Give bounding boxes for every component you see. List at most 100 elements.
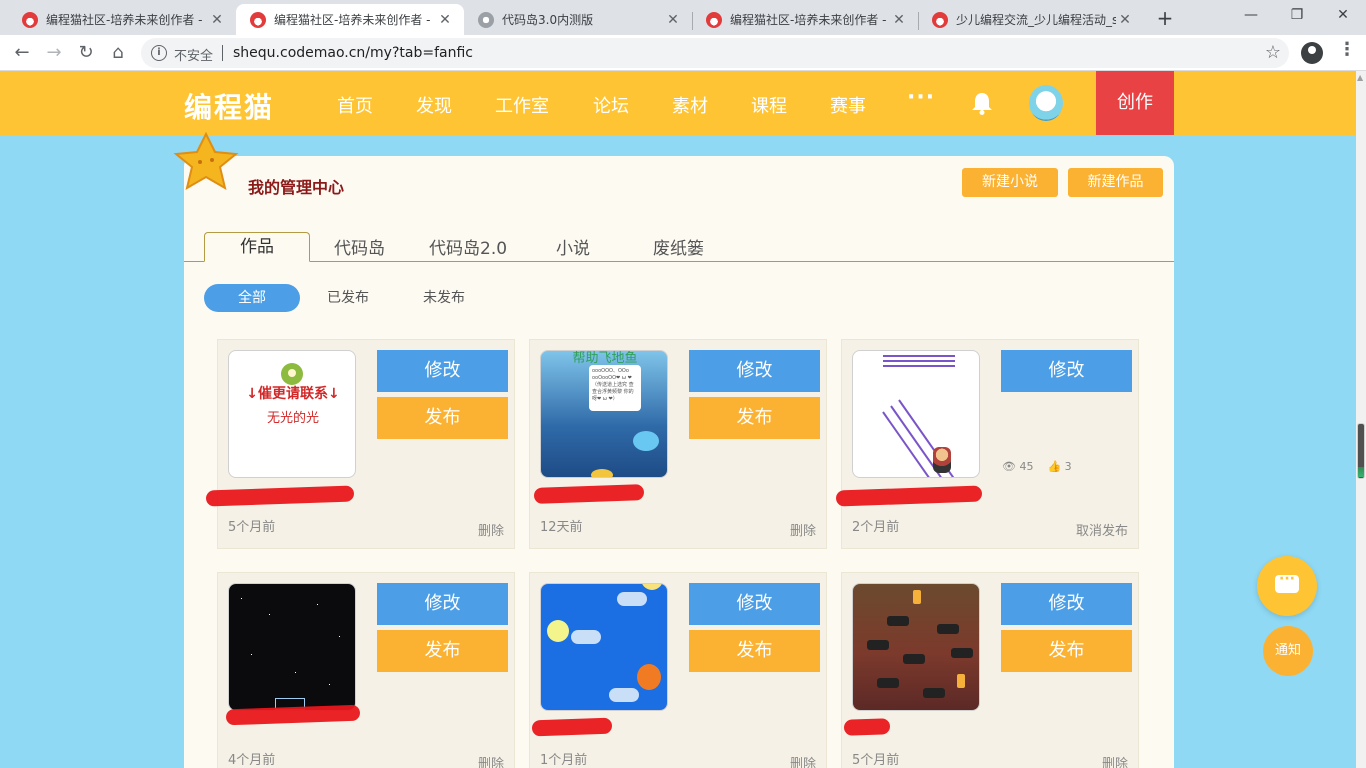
star-dot (295, 672, 296, 673)
tab-title: 编程猫社区-培养未来创作者 - (274, 13, 431, 27)
like-count: 3 (1064, 460, 1072, 473)
redaction-mark (205, 485, 355, 507)
create-button[interactable]: 创作 (1096, 71, 1174, 135)
browser-tab-3[interactable]: 代码岛3.0内测版 ✕ (464, 4, 692, 35)
work-thumbnail[interactable] (852, 350, 980, 478)
work-stats: 👁 45 👍 3 (1002, 460, 1072, 473)
close-tab-icon[interactable]: ✕ (1116, 12, 1134, 28)
bell-icon[interactable] (971, 91, 993, 115)
work-card: 修改 发布 5个月前 删除 (841, 572, 1139, 768)
work-time: 5个月前 (852, 753, 900, 768)
user-avatar[interactable] (1029, 85, 1063, 121)
work-thumbnail[interactable] (228, 583, 356, 711)
tab-trash[interactable]: 废纸篓 (653, 234, 704, 259)
work-time: 4个月前 (228, 753, 276, 768)
delete-link[interactable]: 删除 (478, 753, 504, 768)
close-tab-icon[interactable]: ✕ (208, 12, 226, 28)
browser-tab-5[interactable]: 少儿编程交流_少儿编程活动_s ✕ (918, 4, 1144, 35)
reload-icon[interactable]: ↻ (72, 39, 100, 67)
lamp-sprite (957, 674, 965, 688)
nav-home[interactable]: 首页 (337, 92, 373, 118)
work-thumbnail[interactable] (540, 583, 668, 711)
new-work-button[interactable]: 新建作品 (1068, 168, 1163, 197)
edit-button[interactable]: 修改 (1001, 350, 1132, 392)
hat-sprite (877, 678, 899, 688)
work-thumbnail[interactable] (852, 583, 980, 711)
new-tab-button[interactable]: + (1153, 6, 1177, 30)
publish-button[interactable]: 发布 (1001, 630, 1132, 672)
edit-button[interactable]: 修改 (377, 583, 508, 625)
codemao-cat-icon (22, 11, 38, 28)
filter-all[interactable]: 全部 (204, 284, 300, 312)
nav-assets[interactable]: 素材 (672, 92, 708, 118)
notice-button[interactable]: 通知 (1263, 626, 1313, 676)
edit-button[interactable]: 修改 (689, 350, 820, 392)
page-scrollbar[interactable]: ▲ (1356, 71, 1366, 768)
view-count: 45 (1019, 460, 1034, 473)
home-icon[interactable]: ⌂ (104, 39, 132, 67)
sun-sprite (641, 584, 663, 590)
scroll-up-icon[interactable]: ▲ (1357, 73, 1363, 82)
location-pin-icon (281, 363, 303, 385)
edit-button[interactable]: 修改 (1001, 583, 1132, 625)
edit-button[interactable]: 修改 (377, 350, 508, 392)
back-arrow-icon[interactable]: ← (8, 39, 36, 67)
close-tab-icon[interactable]: ✕ (890, 12, 908, 28)
publish-button[interactable]: 发布 (377, 630, 508, 672)
tab-code-island[interactable]: 代码岛 (334, 234, 385, 259)
work-thumbnail[interactable]: ↓催更请联系↓ 无光的光 (228, 350, 356, 478)
redaction-mark (843, 718, 891, 736)
thumbnail-note: oooOOO、OOo ooOooOO❤ ω ❤（传送道上选究 查查合浮黄频黎 你… (589, 365, 641, 411)
tab-novels[interactable]: 小说 (556, 234, 590, 259)
close-window-button[interactable]: ✕ (1320, 0, 1366, 30)
chat-bubble-icon[interactable] (1257, 556, 1317, 616)
site-logo[interactable]: 编程猫 (184, 86, 274, 126)
forward-arrow-icon[interactable]: → (40, 39, 68, 67)
site-header: 编程猫 首页 发现 工作室 论坛 素材 课程 赛事 ··· 创作 (0, 71, 1356, 135)
publish-button[interactable]: 发布 (689, 397, 820, 439)
publish-button[interactable]: 发布 (689, 630, 820, 672)
browser-menu-icon[interactable]: ⋮ (1338, 39, 1356, 60)
nav-courses[interactable]: 课程 (751, 92, 787, 118)
codemao-cat-icon (932, 11, 948, 28)
delete-link[interactable]: 删除 (790, 520, 816, 539)
publish-button[interactable]: 发布 (377, 397, 508, 439)
work-thumbnail[interactable]: 帮助飞地鱼 oooOOO、OOo ooOooOO❤ ω ❤（传送道上选究 查查合… (540, 350, 668, 478)
edit-button[interactable]: 修改 (689, 583, 820, 625)
nav-more-icon[interactable]: ··· (907, 85, 935, 110)
delete-link[interactable]: 删除 (790, 753, 816, 768)
line-sprite (883, 355, 955, 357)
tab-code-island-2[interactable]: 代码岛2.0 (429, 234, 507, 259)
nav-discover[interactable]: 发现 (416, 92, 452, 118)
filter-published[interactable]: 已发布 (314, 284, 382, 312)
filter-unpublished[interactable]: 未发布 (410, 284, 478, 312)
omnibox[interactable]: i 不安全 shequ.codemao.cn/my?tab=fanfic ☆ (141, 38, 1289, 68)
work-card: ↓催更请联系↓ 无光的光 修改 发布 5个月前 删除 (205, 339, 515, 549)
delete-link[interactable]: 删除 (478, 520, 504, 539)
tab-title: 少儿编程交流_少儿编程活动_s (956, 13, 1116, 27)
browser-tab-1[interactable]: 编程猫社区-培养未来创作者 - ✕ (8, 4, 236, 35)
info-icon[interactable]: i (151, 45, 167, 61)
account-icon[interactable] (1301, 42, 1323, 64)
submarine-sprite (591, 469, 613, 477)
unpublish-link[interactable]: 取消发布 (1076, 520, 1128, 539)
work-card: 修改 发布 1个月前 删除 (529, 572, 827, 768)
browser-tab-4[interactable]: 编程猫社区-培养未来创作者 - ✕ (692, 4, 918, 35)
maximize-button[interactable]: ❐ (1274, 0, 1320, 30)
cloud-sprite (609, 688, 639, 702)
nav-forum[interactable]: 论坛 (593, 92, 629, 118)
bookmark-star-icon[interactable]: ☆ (1265, 42, 1281, 63)
thumbs-up-icon: 👍 (1047, 460, 1062, 473)
nav-contests[interactable]: 赛事 (830, 92, 866, 118)
nav-studio[interactable]: 工作室 (495, 92, 549, 118)
new-novel-button[interactable]: 新建小说 (962, 168, 1058, 197)
browser-tab-2[interactable]: 编程猫社区-培养未来创作者 - ✕ (236, 4, 464, 35)
character-sprite (637, 664, 661, 690)
close-tab-icon[interactable]: ✕ (664, 12, 682, 28)
close-tab-icon[interactable]: ✕ (436, 12, 454, 28)
url-text[interactable]: shequ.codemao.cn/my?tab=fanfic (233, 45, 473, 61)
tab-works[interactable]: 作品 (204, 232, 310, 262)
star-dot (317, 604, 318, 605)
delete-link[interactable]: 删除 (1102, 753, 1128, 768)
minimize-button[interactable]: — (1228, 0, 1274, 30)
